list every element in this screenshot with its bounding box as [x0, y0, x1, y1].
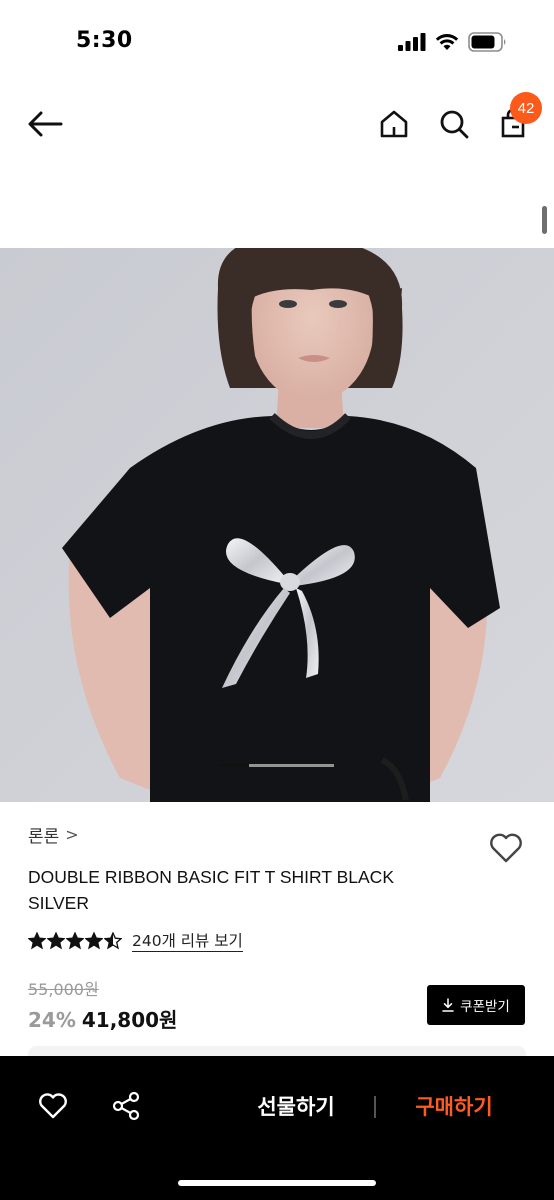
product-name: DOUBLE RIBBON BASIC FIT T SHIRT BLACK SI… — [28, 864, 448, 916]
product-image[interactable] — [0, 248, 554, 802]
wifi-icon — [435, 34, 459, 50]
brand-name: 론론 — [28, 826, 60, 847]
search-button[interactable] — [434, 104, 474, 144]
review-link[interactable]: 240개 리뷰 보기 — [132, 931, 243, 952]
coupon-label: 쿠폰받기 — [460, 999, 510, 1015]
home-button[interactable] — [374, 104, 414, 144]
star-icon — [85, 932, 103, 950]
star-rating — [28, 932, 122, 950]
status-time: 5:30 — [76, 28, 133, 53]
product-name-line1: DOUBLE RIBBON BASIC FIT T SHIRT BLACK — [28, 867, 394, 887]
gift-button[interactable]: 선물하기 — [230, 1084, 362, 1128]
rating-row: 240개 리뷰 보기 — [28, 928, 243, 954]
status-icons — [398, 32, 508, 52]
bottom-wishlist-button[interactable] — [31, 1084, 75, 1128]
share-button[interactable] — [104, 1084, 148, 1128]
sale-price: 41,800원 — [81, 1008, 178, 1032]
product-info: 론론 > — [28, 820, 528, 848]
cart-count-badge: 42 — [510, 92, 542, 124]
share-icon — [112, 1091, 140, 1121]
carousel-active-segment — [220, 764, 249, 767]
cellular-signal-icon — [398, 33, 426, 51]
discount-rate: 24% — [28, 1008, 76, 1032]
original-price: 55,000원 — [28, 980, 99, 999]
status-bar: 5:30 — [0, 0, 554, 84]
divider — [374, 1096, 376, 1118]
download-icon — [442, 998, 454, 1012]
star-icon — [47, 932, 65, 950]
chevron-right-icon: > — [65, 824, 79, 844]
brand-link[interactable]: 론론 > — [28, 820, 528, 848]
star-icon — [66, 932, 84, 950]
home-icon — [380, 110, 408, 138]
buy-button[interactable]: 구매하기 — [388, 1084, 520, 1128]
arrow-left-icon — [28, 111, 63, 137]
search-icon — [440, 110, 469, 139]
star-icon — [28, 932, 46, 950]
price-row: 24% 41,800원 — [28, 1004, 177, 1033]
product-name-line2: SILVER — [28, 893, 89, 913]
product-photo — [0, 248, 554, 802]
wishlist-button[interactable] — [486, 828, 526, 868]
bottom-action-bar: 선물하기 구매하기 — [0, 1056, 554, 1200]
star-icon — [104, 932, 122, 950]
scroll-indicator — [542, 206, 547, 234]
heart-icon — [39, 1093, 67, 1119]
battery-icon — [468, 32, 506, 52]
top-navigation: 42 — [0, 92, 554, 160]
coupon-button[interactable]: 쿠폰받기 — [427, 985, 525, 1025]
back-button[interactable] — [25, 104, 65, 144]
home-indicator — [178, 1180, 376, 1186]
heart-icon — [490, 833, 522, 863]
carousel-indicator — [220, 764, 334, 767]
